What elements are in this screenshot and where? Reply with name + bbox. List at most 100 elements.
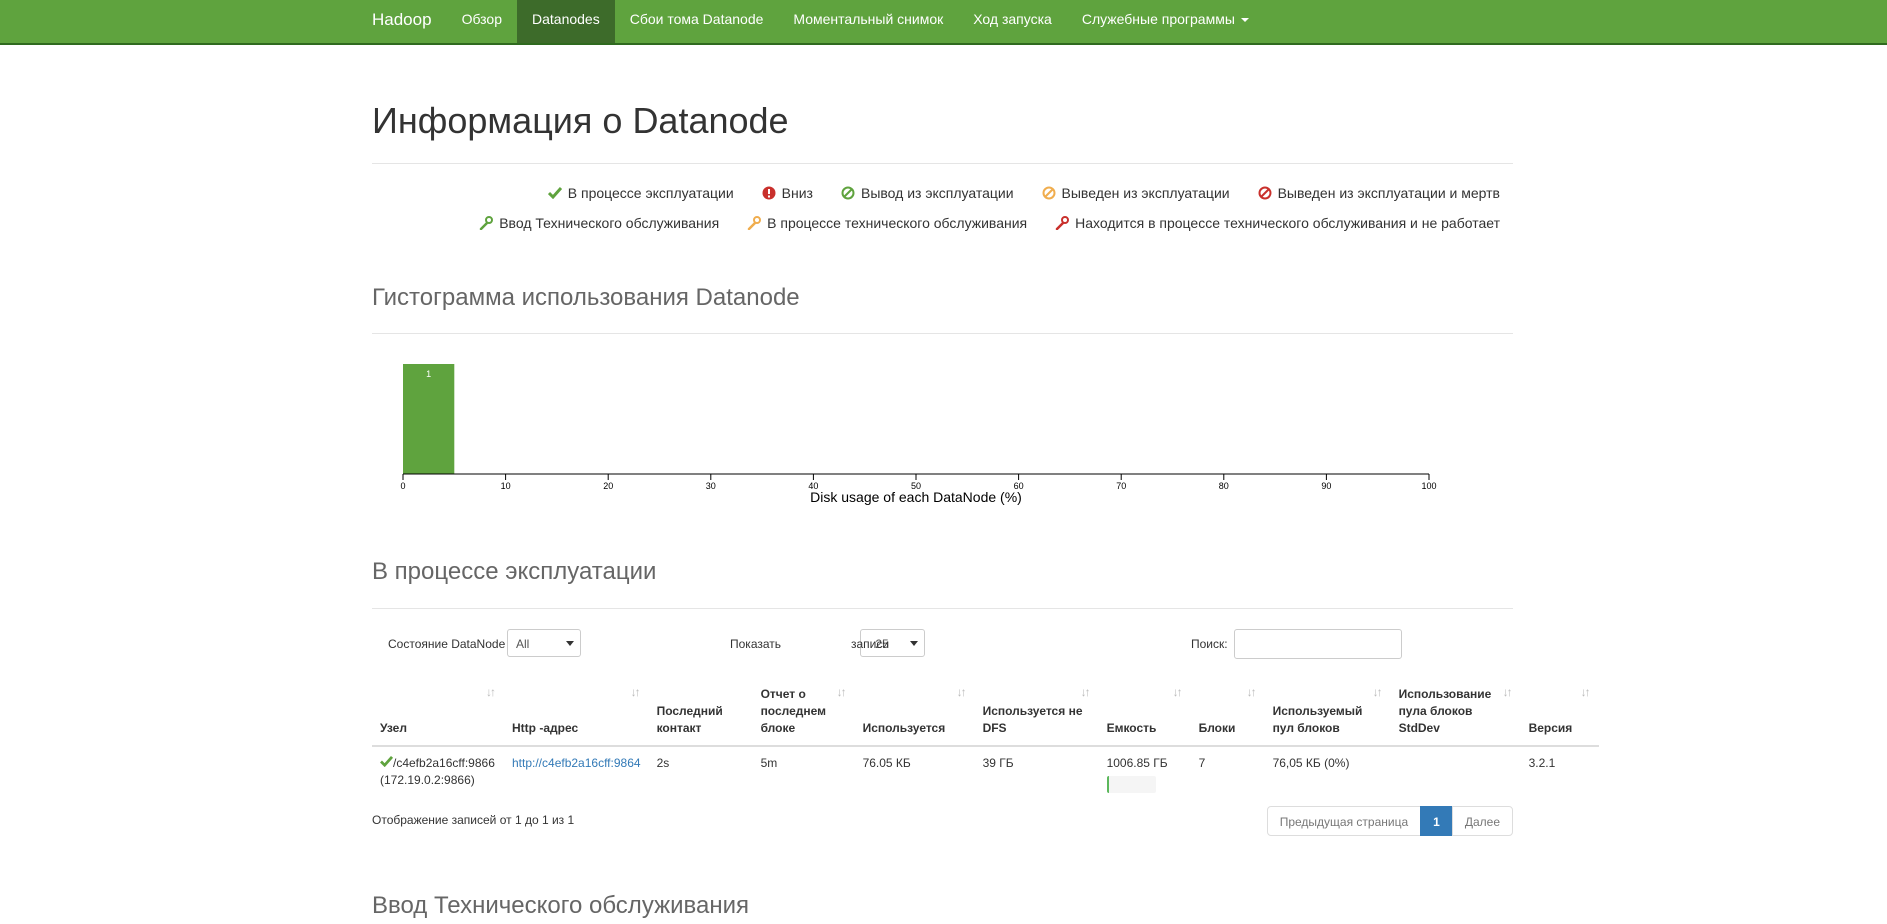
- sort-icon: ↓↑: [956, 685, 967, 699]
- table-summary: Отображение записей от 1 до 1 из 1: [372, 813, 575, 827]
- cell-version: 3.2.1: [1528, 756, 1556, 770]
- col-last-block[interactable]: Отчет о последнем блоке ↓↑: [752, 680, 855, 747]
- sort-icon: ↓↑: [1502, 685, 1513, 699]
- legend-in-maintenance: В процессе технического обслуживания: [747, 215, 1027, 231]
- nav-datanodes[interactable]: Datanodes: [517, 0, 615, 43]
- x-tick-label: 70: [1116, 481, 1126, 491]
- caret-down-icon: [1240, 18, 1249, 23]
- chevron-down-icon: [910, 641, 919, 646]
- wrench-icon: [747, 216, 762, 230]
- node-ip: (172.19.0.2:9866): [380, 773, 475, 787]
- search-label: Поиск:: [1191, 637, 1228, 651]
- legend-label: Ввод Технического обслуживания: [499, 215, 720, 231]
- legend-in-maintenance-dead: Находится в процессе технического обслуж…: [1055, 215, 1500, 231]
- search-input[interactable]: [1234, 629, 1402, 659]
- legend-label: Вывод из эксплуатации: [860, 185, 1014, 201]
- nav-volume-failures[interactable]: Сбои тома Datanode: [615, 0, 779, 43]
- wrench-icon: [479, 216, 494, 230]
- sort-icon: ↓↑: [1372, 685, 1383, 699]
- col-capacity[interactable]: Емкость ↓↑: [1098, 680, 1191, 747]
- top-navbar: Hadoop Обзор Datanodes Сбои тома Datanod…: [0, 0, 1887, 45]
- legend-decommissioned-dead: Выведен из эксплуатации и мертв: [1258, 185, 1500, 201]
- wrench-icon: [1055, 216, 1070, 230]
- next-page-button[interactable]: Далее: [1451, 806, 1513, 836]
- col-label: Отчет о последнем блоке: [760, 687, 827, 735]
- sort-icon: ↓↑: [1580, 685, 1591, 699]
- sort-icon: ↓↑: [836, 685, 847, 699]
- cell-last-block: 5m: [760, 756, 778, 770]
- col-label: Используется: [862, 721, 946, 735]
- legend-decommissioning: Вывод из эксплуатации: [841, 185, 1014, 201]
- col-version[interactable]: Версия ↓↑: [1520, 680, 1599, 747]
- histogram-bar-label: 1: [426, 369, 431, 379]
- capacity-value: 1006.85 ГБ: [1106, 756, 1168, 770]
- histogram-bar: [403, 364, 455, 474]
- nav-overview[interactable]: Обзор: [447, 0, 517, 43]
- col-pool-used[interactable]: Используемый пул блоков ↓↑: [1264, 680, 1391, 747]
- x-axis-label: Disk usage of each DataNode (%): [810, 489, 1022, 505]
- ban-icon: [1042, 186, 1056, 200]
- col-blocks[interactable]: Блоки ↓↑: [1190, 680, 1265, 747]
- col-node[interactable]: Узел ↓↑: [372, 680, 504, 747]
- legend-label: В процессе эксплуатации: [567, 185, 734, 201]
- legend-row-2: Ввод Технического обслуживания В процесс…: [479, 215, 1500, 231]
- col-label: Версия: [1528, 721, 1573, 735]
- brand-link[interactable]: Hadoop: [372, 0, 447, 43]
- sort-icon: ↓↑: [1246, 685, 1257, 699]
- cell-capacity: 1006.85 ГБ: [1099, 746, 1191, 801]
- title-divider: [372, 163, 1513, 164]
- state-label: Состояние DataNode: [388, 637, 506, 651]
- http-address-link[interactable]: http://c4efb2a16cff:9864: [512, 756, 641, 770]
- state-select[interactable]: All: [507, 629, 581, 657]
- col-used[interactable]: Используется ↓↑: [854, 680, 975, 747]
- nav-startup-progress[interactable]: Ход запуска: [958, 0, 1067, 43]
- sort-icon: ↓↑: [630, 685, 641, 699]
- col-non-dfs[interactable]: Используется не DFS ↓↑: [974, 680, 1099, 747]
- legend-label: Выведен из эксплуатации: [1061, 185, 1230, 201]
- cell-pool-stddev: [1391, 746, 1521, 801]
- check-icon: [380, 756, 394, 770]
- legend-in-service: В процессе эксплуатации: [547, 185, 734, 201]
- capacity-progress-bar: [1106, 776, 1156, 793]
- cell-blocks: 7: [1198, 756, 1206, 770]
- page-1-button[interactable]: 1: [1420, 806, 1453, 836]
- nav-snapshot[interactable]: Моментальный снимок: [778, 0, 958, 43]
- cell-pool-used: 76,05 КБ (0%): [1272, 756, 1350, 770]
- node-name: /c4efb2a16cff:9866: [393, 756, 495, 770]
- datanodes-table: Узел ↓↑ Http -адрес ↓↑ Последний контакт О…: [372, 680, 1599, 801]
- check-icon: [547, 186, 562, 200]
- col-http[interactable]: Http -адрес ↓↑: [504, 680, 649, 747]
- col-last-contact[interactable]: Последний контакт: [648, 680, 753, 747]
- legend-decommissioned: Выведен из эксплуатации: [1042, 185, 1230, 201]
- sort-icon: ↓↑: [486, 685, 496, 699]
- ban-icon: [841, 186, 855, 200]
- usage-histogram: 1 0 10 20 30 40 50 60 70 80 90 100 Disk usage of e…: [400, 364, 1437, 505]
- legend-entering-maintenance: Ввод Технического обслуживания: [479, 215, 719, 231]
- previous-page-button[interactable]: Предыдущая страница: [1266, 806, 1422, 836]
- cell-http: http://c4efb2a16cff:9864: [504, 746, 649, 801]
- capacity-progress-fill: [1106, 776, 1109, 793]
- legend-label: Вниз: [781, 185, 813, 201]
- table-filters: Состояние DataNode All Показать 25 запис…: [372, 629, 1513, 659]
- x-tick-label: 20: [603, 481, 613, 491]
- ban-icon: [1258, 186, 1272, 200]
- legend-label: Находится в процессе технического обслуж…: [1075, 215, 1500, 231]
- show-label: Показать: [730, 637, 782, 651]
- nav-utilities[interactable]: Служебные программы: [1067, 0, 1264, 43]
- table-header-row: Узел ↓↑ Http -адрес ↓↑ Последний контакт О…: [372, 680, 1599, 747]
- col-pool-stddev[interactable]: Использование пула блоков StdDev ↓↑: [1390, 680, 1521, 747]
- histogram-divider: [372, 333, 1513, 334]
- histogram-title: Гистограмма использования Datanode: [372, 284, 800, 311]
- cell-non-dfs: 39 ГБ: [982, 756, 1014, 770]
- pagination: Предыдущая страница 1 Далее: [1266, 806, 1513, 836]
- x-tick-label: 0: [400, 481, 405, 491]
- col-label: Емкость: [1106, 721, 1157, 735]
- col-label: Используемый пул блоков: [1272, 704, 1363, 735]
- legend-down: Вниз: [762, 185, 813, 201]
- x-tick-label: 100: [1421, 481, 1436, 491]
- col-label: Узел: [380, 721, 407, 735]
- legend-row-1: В процессе эксплуатации Вниз Вывод из эк…: [547, 185, 1500, 201]
- records-label: записи: [851, 637, 890, 651]
- col-label: Последний контакт: [656, 704, 723, 735]
- x-tick-label: 80: [1219, 481, 1229, 491]
